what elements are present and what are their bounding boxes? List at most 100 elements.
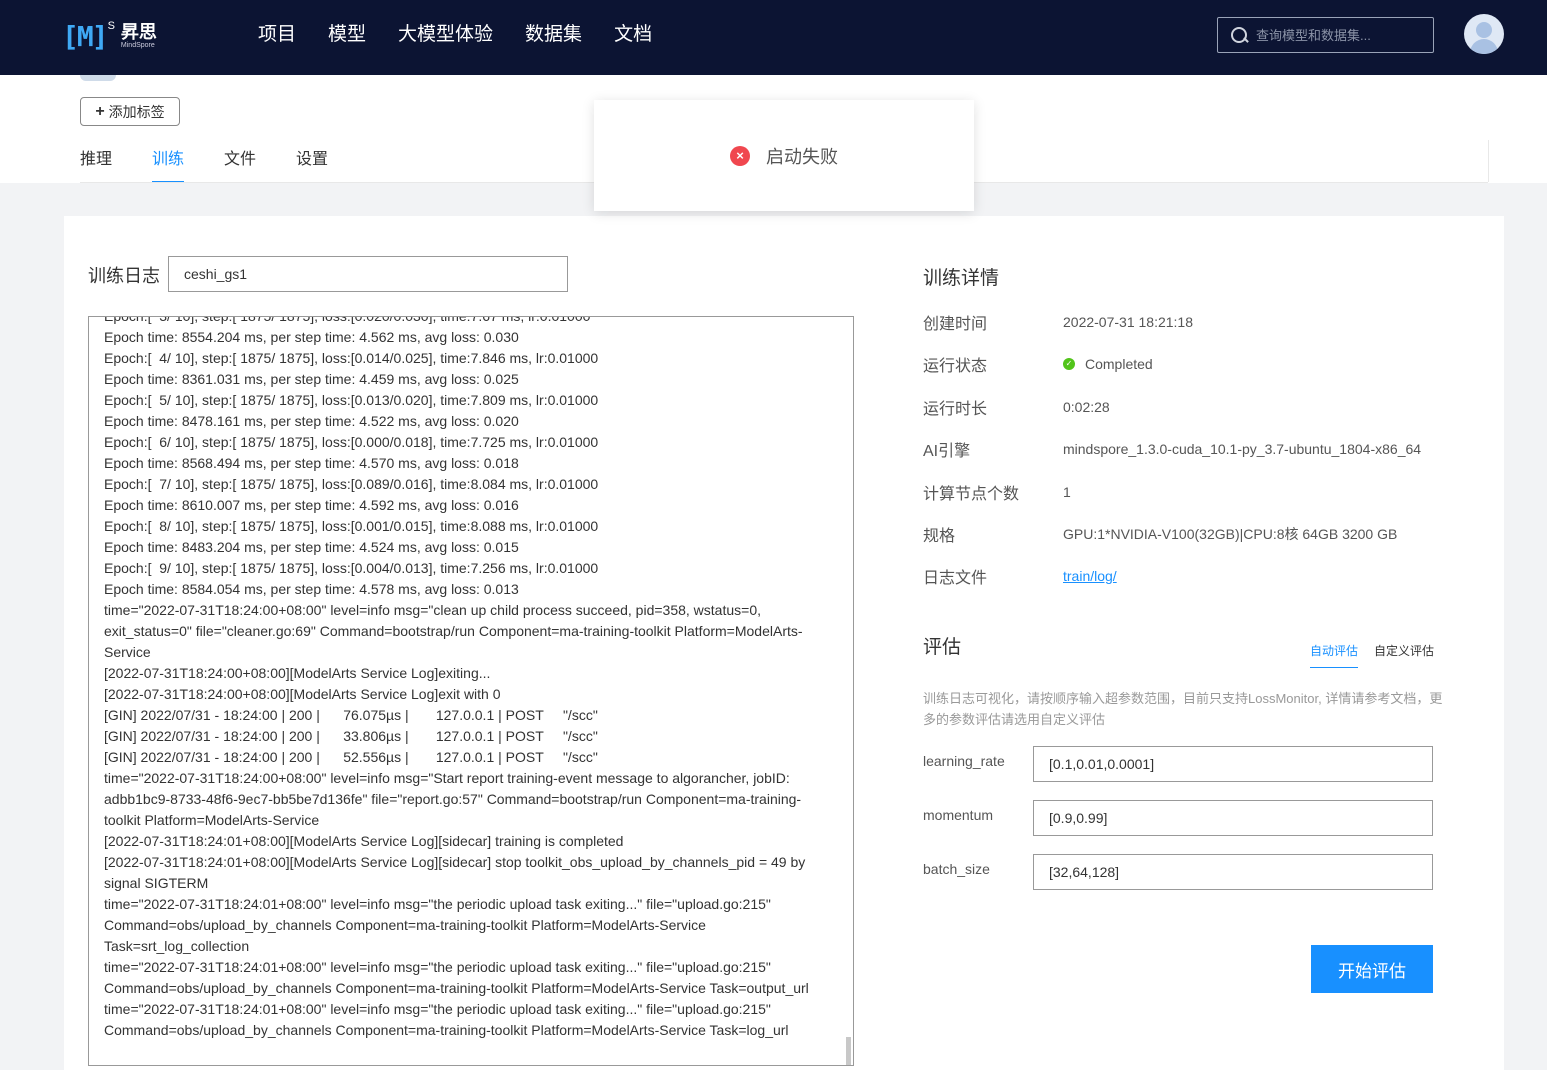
details-title: 训练详情 [923, 268, 1000, 289]
log-line: Service [104, 644, 151, 660]
project-avatar [80, 75, 116, 81]
nav-item-docs[interactable]: 文档 [614, 22, 652, 48]
detail-row-engine: AI引擎 mindspore_1.3.0-cuda_10.1-py_3.7-ub… [923, 437, 1421, 461]
detail-value: GPU:1*NVIDIA-V100(32GB)|CPU:8核 64GB 3200… [1063, 526, 1398, 542]
log-file-link[interactable]: train/log/ [1063, 566, 1117, 586]
nav-item-datasets[interactable]: 数据集 [525, 22, 582, 48]
log-line: [2022-07-31T18:24:01+08:00][ModelArts Se… [104, 854, 806, 870]
log-line: Epoch:[ 8/ 10], step:[ 1875/ 1875], loss… [104, 518, 599, 534]
log-line: Epoch time: 8478.161 ms, per step time: … [104, 413, 519, 429]
error-icon: × [730, 145, 750, 166]
log-line: time="2022-07-31T18:24:00+08:00" level=i… [104, 602, 761, 618]
search-input[interactable] [1256, 27, 1426, 43]
log-line: exit_status=0" file="cleaner.go:69" Comm… [104, 623, 803, 639]
learning-rate-input[interactable] [1033, 746, 1433, 782]
log-line: Command=obs/upload_by_channels Component… [104, 980, 809, 996]
logo-en: MindSpore [120, 42, 155, 49]
plus-icon: + [95, 102, 105, 120]
param-label: learning_rate [923, 753, 1005, 769]
project-tabs: 推理 训练 文件 设置 [80, 145, 368, 183]
log-line: Epoch:[ 7/ 10], step:[ 1875/ 1875], loss… [104, 476, 599, 492]
log-line: toolkit Platform=ModelArts-Service [104, 812, 320, 828]
log-line: time="2022-07-31T18:24:01+08:00" level=i… [104, 1001, 771, 1017]
log-line: [2022-07-31T18:24:00+08:00][ModelArts Se… [104, 665, 491, 681]
detail-label: 运行状态 [923, 358, 988, 375]
detail-value: train/log/ [1063, 564, 1117, 588]
toast-message: 启动失败 [766, 146, 838, 167]
param-row-momentum: momentum [923, 800, 1433, 836]
detail-value: ✓ Completed [1063, 352, 1153, 376]
log-line: Epoch:[ 9/ 10], step:[ 1875/ 1875], loss… [104, 560, 599, 576]
log-line: Epoch time: 8361.031 ms, per step time: … [104, 371, 519, 387]
search-icon [1230, 26, 1248, 44]
log-line: [GIN] 2022/07/31 - 18:24:00 | 200 | 76.0… [104, 707, 598, 723]
logo-bracket: [M] [62, 19, 109, 53]
logo-sup: S [107, 20, 115, 32]
log-line: Epoch time: 8554.204 ms, per step time: … [104, 329, 519, 345]
log-scrollbar[interactable] [846, 1037, 851, 1065]
top-navbar: [M] S 昇思 MindSpore 项目 模型 大模型体验 数据集 文档 [0, 0, 1547, 75]
momentum-input[interactable] [1033, 800, 1433, 836]
log-line: Epoch:[ 6/ 10], step:[ 1875/ 1875], loss… [104, 434, 599, 450]
log-line: [2022-07-31T18:24:01+08:00][ModelArts Se… [104, 833, 624, 849]
evaluation-title: 评估 [923, 637, 962, 658]
job-name-field[interactable] [168, 256, 568, 292]
training-card: 训练日志 Epoch:[ 3/ 10], step:[ 1875/ 1875],… [64, 216, 1504, 1070]
param-label: batch_size [923, 861, 990, 877]
detail-label: 规格 [923, 528, 956, 545]
detail-row-nodes: 计算节点个数 1 [923, 480, 1071, 504]
log-line: adbb1bc9-8733-48f6-9ec7-bb5be7d136fe" fi… [104, 791, 802, 807]
nav-item-llm-experience[interactable]: 大模型体验 [398, 22, 493, 48]
detail-row-spec: 规格 GPU:1*NVIDIA-V100(32GB)|CPU:8核 64GB 3… [923, 522, 1397, 546]
detail-row-status: 运行状态 ✓ Completed [923, 352, 1153, 376]
log-line: time="2022-07-31T18:24:01+08:00" level=i… [104, 959, 771, 975]
mindspore-logo[interactable]: [M] S 昇思 MindSpore [62, 16, 172, 56]
log-label: 训练日志 [88, 266, 160, 286]
user-avatar[interactable] [1464, 14, 1504, 54]
detail-label: 日志文件 [923, 570, 988, 587]
check-icon: ✓ [1063, 358, 1075, 370]
log-line: Command=obs/upload_by_channels Component… [104, 917, 706, 933]
error-toast: × 启动失败 [594, 100, 974, 211]
tab-training[interactable]: 训练 [152, 145, 185, 183]
logo-cn: 昇思 [120, 22, 157, 42]
log-line: Epoch time: 8610.007 ms, per step time: … [104, 497, 519, 513]
detail-value: 0:02:28 [1063, 399, 1110, 415]
avatar-body [1470, 39, 1498, 54]
log-line: time="2022-07-31T18:24:01+08:00" level=i… [104, 896, 771, 912]
add-tag-button[interactable]: + 添加标签 [80, 97, 180, 126]
nav-item-models[interactable]: 模型 [328, 22, 366, 48]
log-line: Command=obs/upload_by_channels Component… [104, 1022, 789, 1038]
param-row-batch-size: batch_size [923, 854, 1433, 890]
tab-divider-right [1488, 140, 1489, 182]
logo-text: 昇思 MindSpore [121, 22, 157, 50]
main-nav: 项目 模型 大模型体验 数据集 文档 [258, 22, 684, 48]
detail-label: 运行时长 [923, 401, 988, 418]
start-evaluation-button[interactable]: 开始评估 [1311, 945, 1433, 993]
tab-inference[interactable]: 推理 [80, 145, 112, 183]
tab-files[interactable]: 文件 [224, 145, 256, 183]
log-line: Epoch time: 8584.054 ms, per step time: … [104, 581, 519, 597]
detail-label: AI引擎 [923, 443, 971, 460]
batch-size-input[interactable] [1033, 854, 1433, 890]
log-line: [GIN] 2022/07/31 - 18:24:00 | 200 | 52.5… [104, 749, 598, 765]
training-log-panel[interactable]: Epoch:[ 3/ 10], step:[ 1875/ 1875], loss… [88, 316, 854, 1066]
evaluation-description: 训练日志可视化，请按顺序输入超参数范围，目前只支持LossMonitor, 详情… [923, 691, 1443, 727]
log-lines: Epoch:[ 3/ 10], step:[ 1875/ 1875], loss… [104, 316, 816, 1041]
param-row-learning-rate: learning_rate [923, 746, 1433, 782]
log-line: signal SIGTERM [104, 875, 209, 891]
log-line: [2022-07-31T18:24:00+08:00][ModelArts Se… [104, 686, 501, 702]
status-text: Completed [1085, 356, 1153, 372]
log-line: time="2022-07-31T18:24:00+08:00" level=i… [104, 770, 790, 786]
tab-auto-eval[interactable]: 自动评估 [1310, 642, 1359, 668]
log-line: Epoch:[ 5/ 10], step:[ 1875/ 1875], loss… [104, 392, 599, 408]
tab-custom-eval[interactable]: 自定义评估 [1374, 642, 1434, 668]
tab-settings[interactable]: 设置 [296, 145, 328, 183]
avatar-head [1476, 22, 1492, 38]
log-line: Epoch:[ 3/ 10], step:[ 1875/ 1875], loss… [104, 316, 591, 324]
detail-row-duration: 运行时长 0:02:28 [923, 395, 1110, 419]
detail-row-logfile: 日志文件 train/log/ [923, 564, 1117, 588]
search-box[interactable] [1217, 17, 1434, 53]
nav-item-projects[interactable]: 项目 [258, 22, 296, 48]
log-line: Epoch time: 8483.204 ms, per step time: … [104, 539, 519, 555]
